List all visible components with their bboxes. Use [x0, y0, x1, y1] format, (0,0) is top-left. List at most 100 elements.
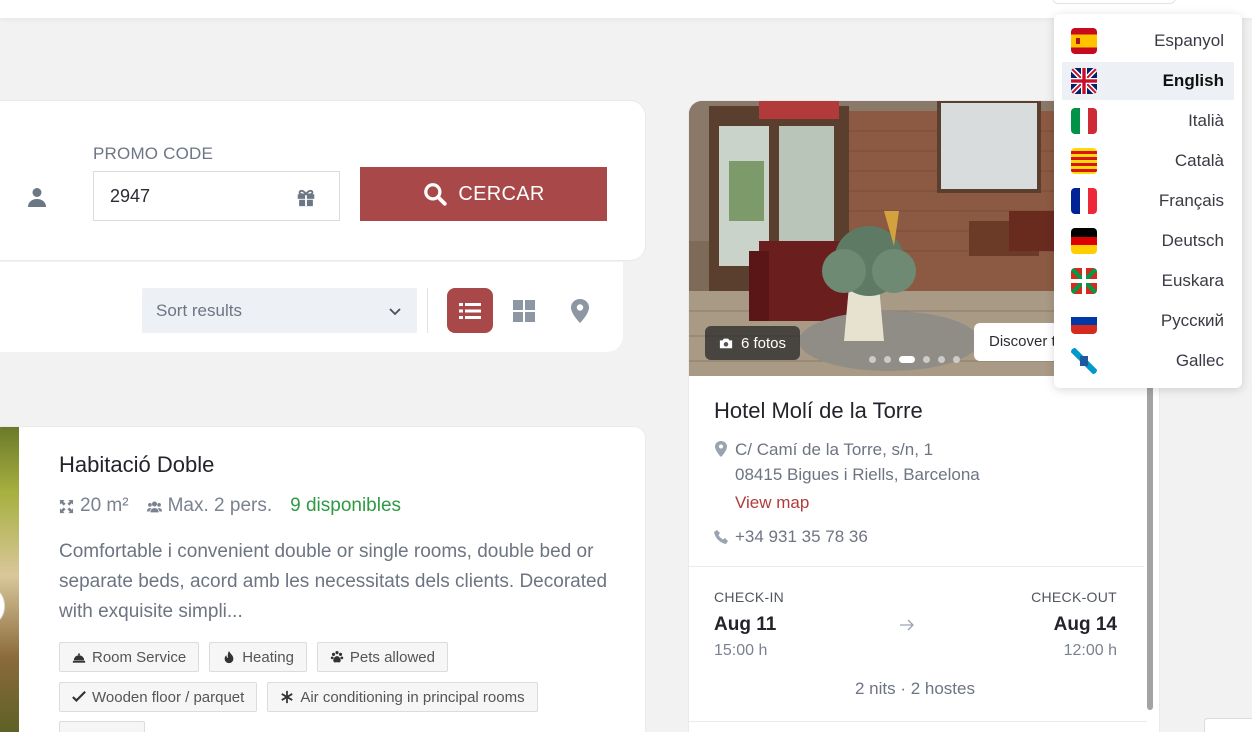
list-icon — [459, 302, 481, 319]
room-card[interactable]: Habitació Doble 20 m² Max. 2 pers. 9 dis… — [0, 426, 646, 732]
language-option-russian[interactable]: Русский — [1062, 302, 1234, 340]
amenity-room-service: Room Service — [59, 642, 200, 672]
amenity-label: Heating — [242, 648, 294, 666]
basque-flag-icon — [1071, 268, 1097, 294]
view-map-link[interactable]: View map — [735, 493, 809, 513]
grid-view-icon[interactable] — [513, 300, 535, 322]
checkout-date: Aug 14 — [1053, 614, 1117, 635]
search-card: PROMO CODE 2947 CERCAR — [0, 100, 646, 261]
carousel-dot[interactable] — [884, 356, 891, 363]
language-label: Euskara — [1161, 271, 1224, 290]
checkout-label: CHECK-OUT — [1031, 589, 1117, 605]
scrollbar-thumb[interactable] — [1147, 382, 1153, 710]
room-capacity-label: Max. 2 pers. — [167, 495, 273, 516]
chevron-down-icon — [389, 308, 401, 316]
checkin-time: 15:00 h — [714, 642, 768, 659]
divider — [689, 566, 1147, 567]
language-label: Italià — [1188, 111, 1224, 130]
divider — [427, 288, 428, 333]
language-option-deutsch[interactable]: Deutsch — [1062, 222, 1234, 260]
language-option-catala[interactable]: Català — [1062, 142, 1234, 180]
room-title[interactable]: Habitació Doble — [59, 452, 214, 478]
amenities-row: Room Service Heating Pets allowed — [59, 642, 448, 672]
paw-icon — [330, 651, 344, 663]
recaptcha-badge — [1204, 718, 1252, 732]
language-option-italia[interactable]: Italià — [1062, 102, 1234, 140]
carousel-dot-active[interactable] — [899, 356, 915, 363]
location-pin-icon — [715, 441, 727, 457]
france-flag-icon — [1071, 188, 1097, 214]
search-button-label: CERCAR — [458, 182, 545, 205]
photos-count-label: 6 fotos — [741, 334, 787, 352]
language-label: Català — [1174, 151, 1224, 170]
uk-flag-icon — [1071, 68, 1097, 94]
phone-icon — [714, 530, 728, 544]
check-icon — [72, 690, 86, 703]
amenity-air-conditioning: Air conditioning in principal rooms — [267, 682, 538, 712]
catalonia-flag-icon — [1071, 148, 1097, 174]
promo-code-label: PROMO CODE — [93, 144, 214, 163]
language-label: Espanyol — [1154, 31, 1224, 50]
language-label: Deutsch — [1161, 231, 1224, 250]
russia-flag-icon — [1071, 308, 1097, 334]
checkin-label: CHECK-IN — [714, 589, 785, 605]
carousel-dot[interactable] — [938, 356, 945, 363]
photos-count-badge[interactable]: 6 fotos — [705, 326, 801, 360]
hotel-phone[interactable]: +34 931 35 78 36 — [735, 527, 868, 547]
hotel-address-line1: C/ Camí de la Torre, s/n, 1 — [735, 440, 934, 459]
room-size: 20 m² — [59, 495, 129, 517]
italy-flag-icon — [1071, 108, 1097, 134]
checkin-date: Aug 11 — [714, 614, 777, 635]
map-view-icon[interactable] — [570, 299, 590, 323]
sort-results-label: Sort results — [156, 301, 242, 320]
germany-flag-icon — [1071, 228, 1097, 254]
carousel-dot[interactable] — [869, 356, 876, 363]
divider — [689, 721, 1147, 722]
amenity-label: Pets allowed — [349, 648, 435, 666]
search-button[interactable]: CERCAR — [360, 167, 607, 221]
hotel-address-line2: 08415 Bigues i Riells, Barcelona — [735, 465, 980, 484]
language-option-english[interactable]: English — [1062, 62, 1234, 100]
amenities-row: Wooden floor / parquet Air conditioning … — [59, 682, 538, 712]
language-label: Français — [1158, 191, 1224, 210]
room-availability: 9 disponibles — [290, 495, 402, 516]
users-icon — [146, 501, 162, 512]
spain-flag-icon — [1071, 28, 1097, 54]
language-option-espanyol[interactable]: Espanyol — [1062, 22, 1234, 60]
amenity-wooden-floor: Wooden floor / parquet — [59, 682, 258, 712]
hotel-card-scrollbar[interactable] — [1144, 370, 1156, 710]
checkout-time: 12:00 h — [1063, 642, 1117, 659]
carousel-dot[interactable] — [953, 356, 960, 363]
flame-icon — [224, 650, 234, 664]
amenity-pets: Pets allowed — [316, 642, 448, 672]
amenity-more — [59, 721, 145, 732]
amenity-label: Room Service — [92, 648, 187, 666]
photo-carousel-dots — [869, 356, 960, 363]
language-option-euskara[interactable]: Euskara — [1062, 262, 1234, 300]
language-selector-button[interactable] — [1052, 0, 1176, 4]
promo-code-value[interactable]: 2947 — [110, 186, 150, 207]
carousel-dot[interactable] — [923, 356, 930, 363]
room-service-icon — [72, 653, 86, 663]
room-description: Comfortable i convenient double or singl… — [59, 541, 608, 622]
promo-code-input[interactable]: 2947 — [93, 171, 340, 221]
language-label: English — [1162, 71, 1224, 90]
list-view-button[interactable] — [447, 288, 493, 333]
language-option-francais[interactable]: Français — [1062, 182, 1234, 220]
sort-results-select[interactable]: Sort results — [142, 288, 417, 333]
user-icon[interactable] — [25, 185, 49, 209]
galicia-flag-icon — [1071, 348, 1097, 374]
search-icon — [424, 183, 448, 206]
language-option-gallec[interactable]: Gallec — [1062, 342, 1234, 380]
amenity-label: Wooden floor / parquet — [92, 688, 245, 706]
language-dropdown: Espanyol English Italià Català Français … — [1054, 14, 1242, 388]
language-label: Gallec — [1175, 351, 1224, 370]
sort-toolbar: Sort results — [0, 262, 623, 352]
hotel-name: Hotel Molí de la Torre — [714, 398, 923, 423]
room-meta: 20 m² Max. 2 pers. 9 disponibles — [59, 495, 401, 517]
arrow-right-icon — [900, 619, 914, 631]
stay-summary: 2 nits · 2 hostes — [854, 679, 975, 698]
camera-icon — [719, 338, 733, 349]
expand-icon — [59, 499, 74, 513]
room-image[interactable] — [0, 427, 19, 732]
